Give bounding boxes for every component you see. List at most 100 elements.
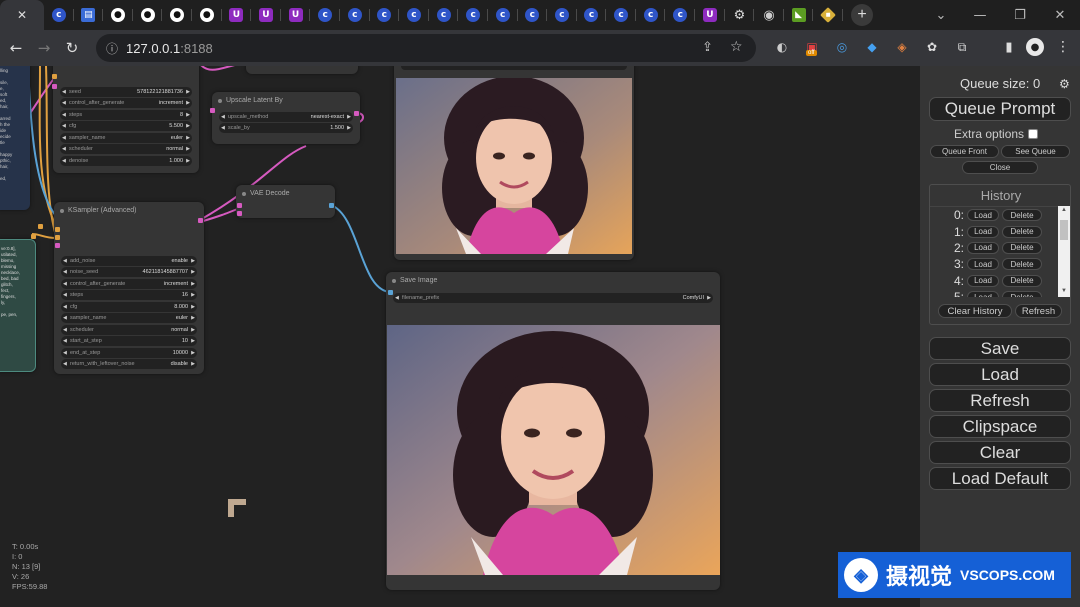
- port-input[interactable]: [237, 211, 242, 216]
- widget-row[interactable]: noise_seed 462118145887707: [61, 267, 197, 277]
- clear-history-button[interactable]: Clear History: [938, 304, 1012, 318]
- save-button[interactable]: Save: [929, 337, 1071, 360]
- extension-icon[interactable]: ◐: [773, 38, 791, 56]
- tab[interactable]: ●: [192, 0, 222, 30]
- port-output[interactable]: [354, 111, 359, 116]
- ksampler-advanced-node[interactable]: KSampler (Advanced) add_noise enable noise…: [54, 202, 204, 374]
- history-scrollbar[interactable]: ▲ ▼: [1058, 206, 1070, 297]
- widget-row[interactable]: steps 16: [61, 290, 197, 300]
- filename-prefix-widget[interactable]: [401, 66, 627, 70]
- history-delete-button[interactable]: Delete: [1002, 225, 1042, 238]
- upscale-latent-node[interactable]: Upscale Latent By upscale_method nearest-…: [212, 92, 360, 144]
- history-delete-button[interactable]: Delete: [1002, 291, 1042, 297]
- widget-row[interactable]: denoise 1.000: [60, 155, 192, 166]
- history-load-button[interactable]: Load: [967, 209, 999, 222]
- refresh-history-button[interactable]: Refresh: [1015, 304, 1062, 318]
- port-input[interactable]: [55, 227, 60, 232]
- extension-icon[interactable]: ◎: [833, 38, 851, 56]
- extension-icon[interactable]: ◆: [863, 38, 881, 56]
- history-delete-button[interactable]: Delete: [1002, 241, 1042, 254]
- extra-options[interactable]: Extra options: [954, 127, 1039, 141]
- address-bar[interactable]: ⓘ 127.0.0.1:8188 ⇪ ☆: [96, 34, 756, 62]
- see-queue-button[interactable]: See Queue: [1001, 145, 1070, 158]
- tab[interactable]: ◆: [813, 0, 843, 30]
- port-output[interactable]: [31, 234, 36, 239]
- port-output[interactable]: [198, 218, 203, 223]
- scroll-down-icon[interactable]: ▼: [1061, 288, 1067, 294]
- extension-icon[interactable]: ⧉: [953, 38, 971, 56]
- tab[interactable]: ●: [103, 0, 133, 30]
- tab[interactable]: c: [577, 0, 607, 30]
- tab[interactable]: c: [518, 0, 548, 30]
- load-button[interactable]: Load: [929, 363, 1071, 386]
- clipspace-button[interactable]: Clipspace: [929, 415, 1071, 438]
- node-graph-canvas[interactable]: lling sile, e, soft ed, hair, arred h the ide eci…: [0, 66, 920, 607]
- history-delete-button[interactable]: Delete: [1002, 258, 1042, 271]
- tab[interactable]: c: [488, 0, 518, 30]
- port-input[interactable]: [52, 74, 57, 79]
- queue-prompt-button[interactable]: Queue Prompt: [929, 97, 1071, 121]
- refresh-button[interactable]: Refresh: [929, 389, 1071, 412]
- scrollbar-thumb[interactable]: [1060, 220, 1068, 240]
- extension-icon[interactable]: ◈: [893, 38, 911, 56]
- window-close-icon[interactable]: ✕: [1040, 0, 1080, 30]
- tab[interactable]: c: [636, 0, 666, 30]
- tab[interactable]: c: [44, 0, 74, 30]
- port-input[interactable]: [210, 108, 215, 113]
- queue-front-button[interactable]: Queue Front: [930, 145, 999, 158]
- profile-avatar[interactable]: ●: [1026, 38, 1044, 56]
- negative-prompt-node[interactable]: ve:0.8], utilated, blemo, missing necklace, b…: [0, 239, 36, 372]
- port-input[interactable]: [52, 84, 57, 89]
- history-load-button[interactable]: Load: [967, 291, 999, 297]
- site-info-icon[interactable]: ⓘ: [106, 40, 118, 57]
- tab[interactable]: c: [458, 0, 488, 30]
- tab[interactable]: c: [310, 0, 340, 30]
- bookmark-star-icon[interactable]: ☆: [730, 39, 743, 55]
- back-icon[interactable]: ←: [2, 34, 30, 62]
- tab[interactable]: c: [340, 0, 370, 30]
- widget-row[interactable]: return_with_leftover_noise disable: [61, 359, 197, 369]
- widget-row[interactable]: add_noise enable: [61, 255, 197, 266]
- restore-icon[interactable]: ❐: [1000, 0, 1040, 30]
- minimize-icon[interactable]: —: [960, 0, 1000, 30]
- widget-row[interactable]: sampler_name euler: [60, 132, 192, 143]
- port-output[interactable]: [38, 224, 43, 229]
- widget-row[interactable]: seed 578122121881736: [60, 86, 192, 97]
- close-icon[interactable]: ✕: [15, 8, 29, 22]
- tab[interactable]: U: [695, 0, 725, 30]
- reload-icon[interactable]: ↻: [58, 34, 86, 62]
- tab[interactable]: c: [429, 0, 459, 30]
- tab[interactable]: U: [251, 0, 281, 30]
- widget-row[interactable]: scale_by 1.500: [219, 123, 353, 133]
- widget-row[interactable]: scheduler normal: [60, 144, 192, 154]
- history-list[interactable]: 0: Load Delete 1: Load Delete 2: Load Delete 3: Lo…: [930, 206, 1058, 297]
- close-button[interactable]: Close: [962, 161, 1038, 174]
- widget-row[interactable]: end_at_step 10000: [61, 347, 197, 358]
- share-icon[interactable]: ⇪: [702, 40, 713, 55]
- tab-search-icon[interactable]: ⌄: [921, 0, 961, 30]
- tab[interactable]: ●: [133, 0, 163, 30]
- tab[interactable]: c: [399, 0, 429, 30]
- tab[interactable]: c: [606, 0, 636, 30]
- tab[interactable]: ⚙: [725, 0, 755, 30]
- tab-active[interactable]: ✕: [0, 0, 44, 30]
- new-tab-button[interactable]: +: [851, 4, 874, 26]
- port-input[interactable]: [55, 243, 60, 248]
- widget-row[interactable]: upscale_method nearest-exact: [219, 111, 353, 122]
- prompt-text[interactable]: ve:0.8], utilated, blemo, missing necklace, b…: [0, 240, 35, 318]
- tab[interactable]: U: [222, 0, 252, 30]
- cut-off-node[interactable]: [246, 66, 358, 74]
- extra-options-checkbox[interactable]: [1028, 129, 1039, 139]
- url-text[interactable]: 127.0.0.1:8188: [126, 41, 213, 56]
- widget-row[interactable]: cfg 5.500: [60, 121, 192, 131]
- settings-gear-icon[interactable]: ⚙: [1059, 77, 1070, 91]
- side-panel-icon[interactable]: ▮: [1000, 38, 1018, 56]
- tab[interactable]: U: [281, 0, 311, 30]
- widget-row[interactable]: scheduler normal: [61, 324, 197, 335]
- history-load-button[interactable]: Load: [967, 274, 999, 287]
- history-load-button[interactable]: Load: [967, 241, 999, 254]
- clear-button[interactable]: Clear: [929, 441, 1071, 464]
- widget-row[interactable]: sampler_name euler: [61, 313, 197, 323]
- preview-image-node[interactable]: [394, 66, 634, 260]
- scroll-up-icon[interactable]: ▲: [1061, 207, 1067, 213]
